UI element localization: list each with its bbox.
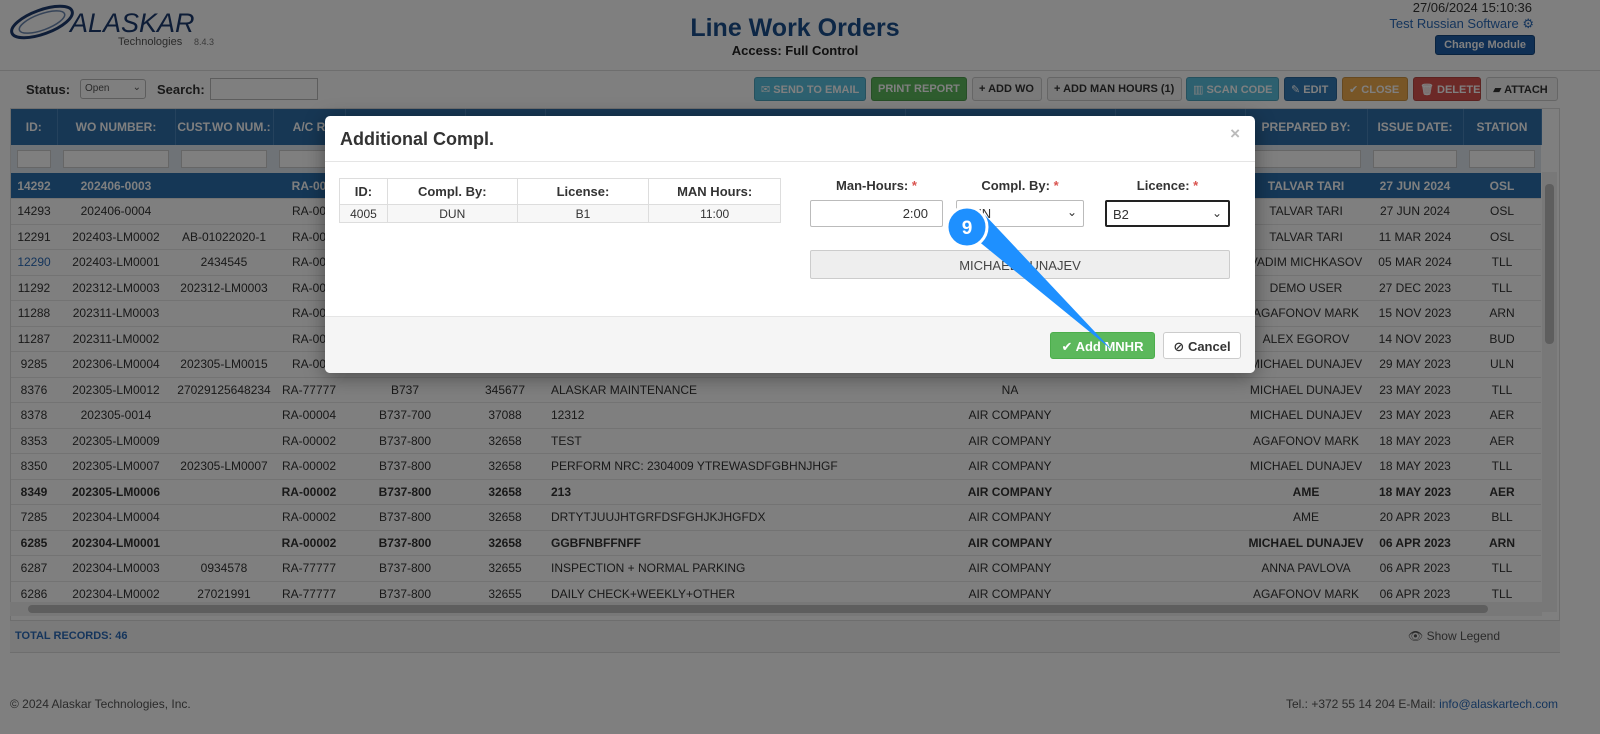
step-annotation: 9 xyxy=(945,205,1112,350)
step-number: 9 xyxy=(962,218,973,239)
